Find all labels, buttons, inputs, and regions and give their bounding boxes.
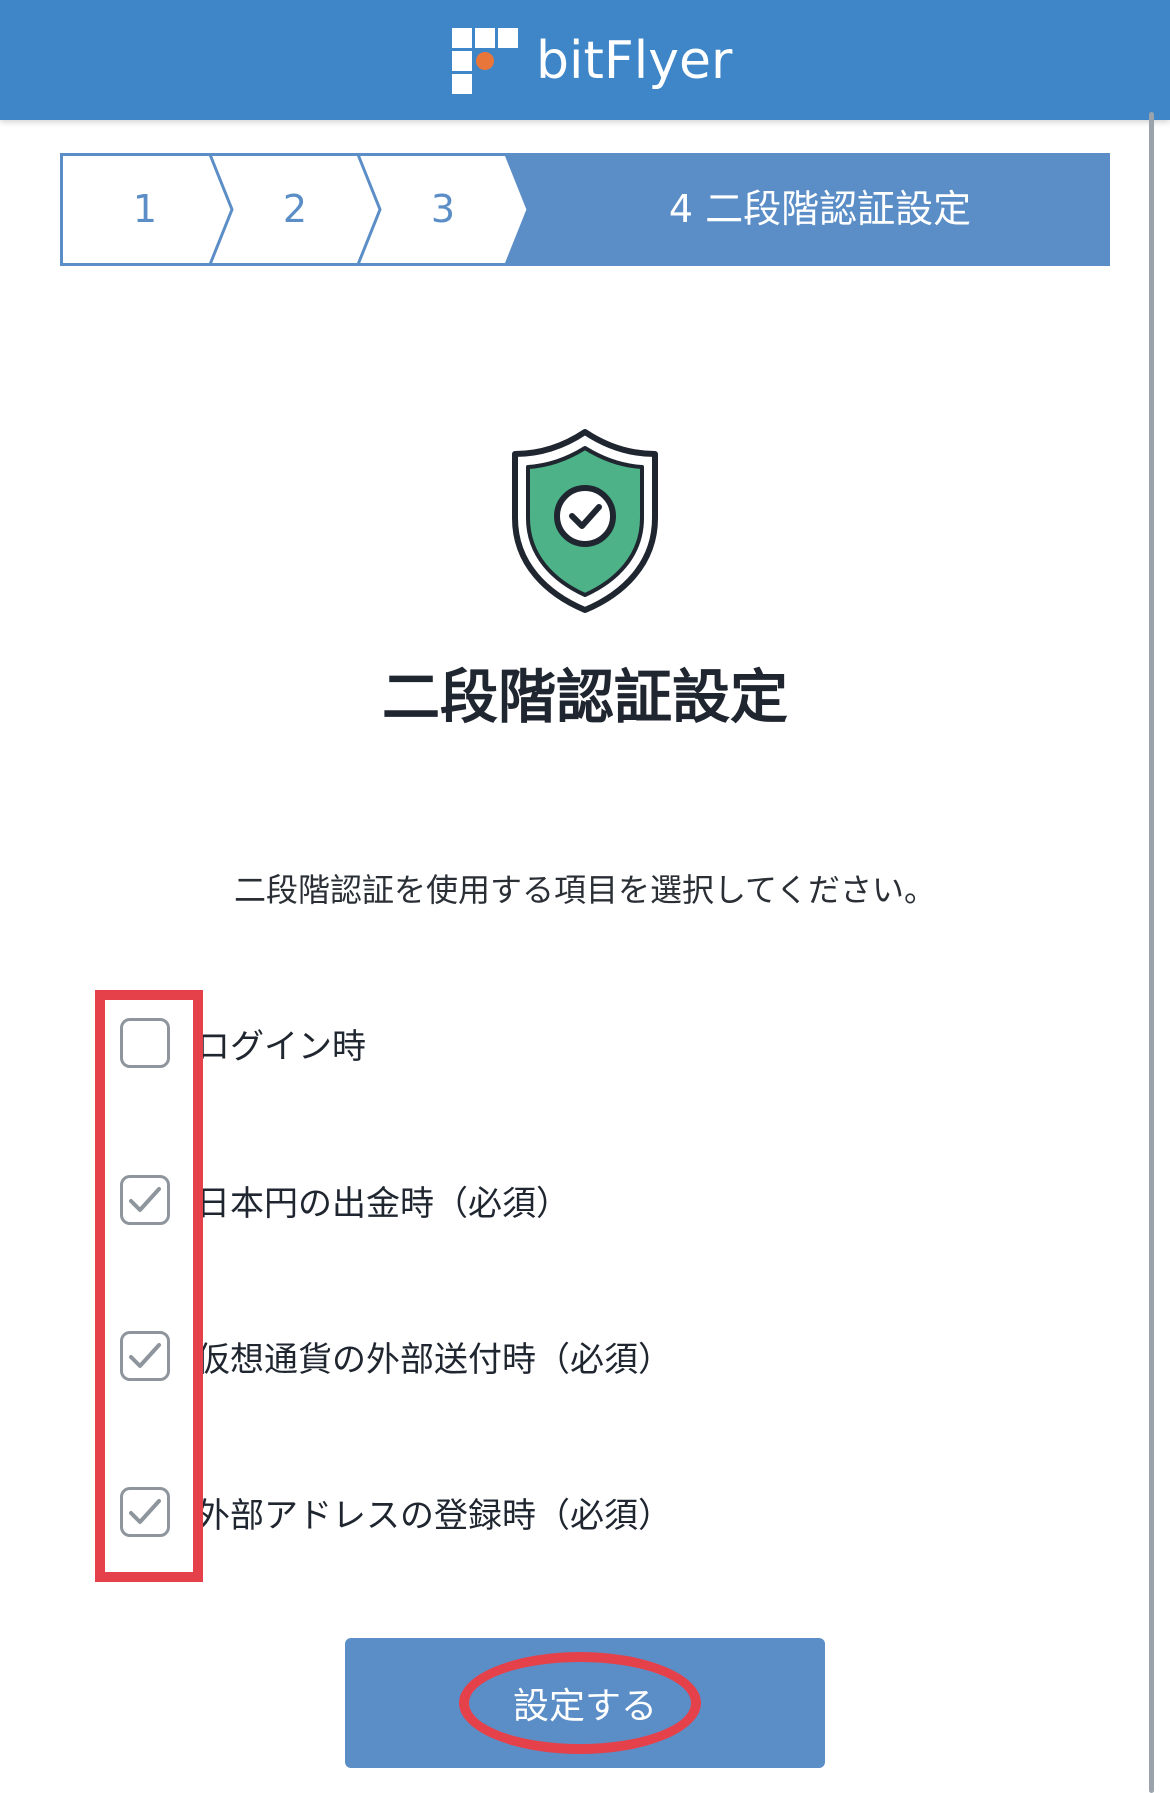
bitflyer-logo-icon xyxy=(452,28,518,94)
option-label: 外部アドレスの登録時（必須） xyxy=(196,1495,672,1536)
step-3: 3 xyxy=(430,187,456,231)
submit-button-label: 設定する xyxy=(512,1686,657,1727)
step-2: 2 xyxy=(282,187,308,231)
brand-logo[interactable]: bitFlyer xyxy=(452,28,732,94)
option-label: ログイン時 xyxy=(196,1026,366,1067)
shield-check-icon xyxy=(505,426,665,616)
instruction-text: 二段階認証を使用する項目を選択してください。 xyxy=(233,871,937,909)
step-4-active: 4 二段階認証設定 xyxy=(668,187,972,231)
highlight-box xyxy=(95,990,203,1582)
step-1: 1 xyxy=(132,187,158,231)
progress-stepper: 1 2 3 4 二段階認証設定 xyxy=(60,153,1110,266)
page-title: 二段階認証設定 xyxy=(381,663,788,731)
brand-name: bitFlyer xyxy=(536,31,733,91)
submit-button[interactable]: 設定する xyxy=(345,1638,825,1768)
scrollbar[interactable] xyxy=(1149,112,1154,1793)
option-label: 日本円の出金時（必須） xyxy=(196,1183,570,1224)
logo-dot xyxy=(476,52,494,70)
app-header: bitFlyer xyxy=(0,0,1170,120)
option-label: 仮想通貨の外部送付時（必須） xyxy=(196,1339,672,1380)
